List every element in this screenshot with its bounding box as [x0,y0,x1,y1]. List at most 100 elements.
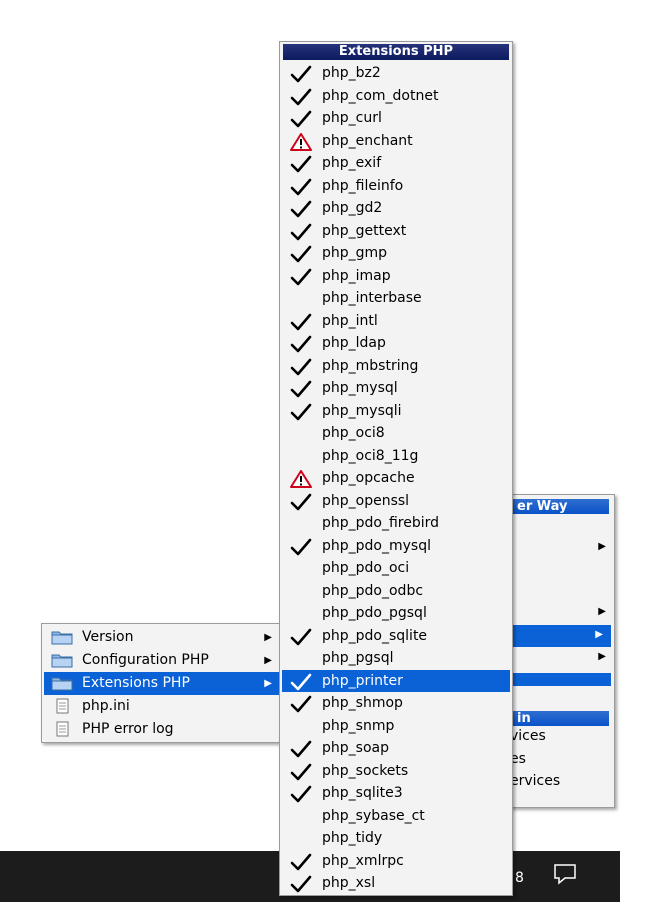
check-icon [290,335,312,353]
check-icon [290,785,312,803]
extension-label: php_oci8 [322,425,385,441]
extension-item-php-mysqli[interactable]: php_mysqli [282,400,510,423]
background-menu-highlight[interactable]: ▶ [507,625,611,647]
extension-label: php_exif [322,155,382,171]
menu-item-configuration-php[interactable]: Configuration PHP ▶ [44,649,280,672]
extension-label: php_mysql [322,380,398,396]
warning-icon [290,132,312,151]
check-icon [290,695,312,713]
extension-item-php-oci8-11g[interactable]: php_oci8_11g [282,445,510,468]
notification-chat-icon[interactable] [553,863,577,885]
extension-item-php-exif[interactable]: php_exif [282,152,510,175]
background-menu-bar [507,673,611,686]
extension-label: php_interbase [322,290,422,306]
background-menu-item[interactable]: ervices [510,773,560,789]
extension-label: php_fileinfo [322,177,404,194]
check-icon [290,245,312,263]
extension-label: php_oci8_11g [322,447,419,464]
extension-label: php_gettext [322,222,407,239]
check-icon [290,740,312,758]
extension-item-php-imap[interactable]: php_imap [282,265,510,288]
extension-label: php_soap [322,740,389,756]
extension-item-php-pdo-odbc[interactable]: php_pdo_odbc [282,580,510,603]
submenu-arrow-icon: ▶ [595,629,603,640]
check-icon [290,223,312,240]
extension-item-php-mysql[interactable]: php_mysql [282,377,510,400]
php-menu: Version ▶ Configuration PHP ▶ Extensions… [41,623,283,743]
menu-item-extensions-php[interactable]: Extensions PHP ▶ [44,672,280,695]
extension-item-php-oci8[interactable]: php_oci8 [282,422,510,445]
check-icon [290,493,312,510]
check-icon [290,853,312,870]
extension-label: php_pdo_pgsql [322,605,427,621]
extension-item-php-soap[interactable]: php_soap [282,737,510,760]
extension-label: php_gd2 [322,200,383,216]
folder-icon [51,631,73,645]
extension-item-php-pgsql[interactable]: php_pgsql [282,647,510,670]
extension-item-php-com-dotnet[interactable]: php_com_dotnet [282,85,510,108]
extension-item-php-interbase[interactable]: php_interbase [282,287,510,310]
extension-label: php_mysqli [322,402,402,419]
extension-item-php-snmp[interactable]: php_snmp [282,715,510,738]
extension-item-php-curl[interactable]: php_curl [282,107,510,130]
extension-item-php-pdo-firebird[interactable]: php_pdo_firebird [282,512,510,535]
extension-label: php_mbstring [322,357,419,374]
extension-label: php_imap [322,267,391,284]
background-menu-item[interactable]: vices [510,728,546,744]
extension-item-php-bz2[interactable]: php_bz2 [282,62,510,85]
extension-item-php-sybase-ct[interactable]: php_sybase_ct [282,805,510,828]
extension-item-php-gmp[interactable]: php_gmp [282,242,510,265]
extension-label: php_opcache [322,470,415,486]
extension-label: php_shmop [322,695,403,711]
extension-item-php-pdo-oci[interactable]: php_pdo_oci [282,557,510,580]
menu-item-version[interactable]: Version ▶ [44,626,280,649]
extension-item-php-ldap[interactable]: php_ldap [282,332,510,355]
check-icon [290,673,312,690]
check-icon [290,358,312,375]
extension-item-php-pdo-sqlite[interactable]: php_pdo_sqlite [282,625,510,648]
extension-item-php-sockets[interactable]: php_sockets [282,760,510,783]
background-menu-header-2: in [507,711,609,726]
check-icon [290,538,312,555]
extension-label: php_enchant [322,132,413,149]
file-icon [56,721,69,737]
extension-label: php_tidy [322,830,383,846]
menu-item-label: php.ini [82,698,130,714]
extension-item-php-shmop[interactable]: php_shmop [282,692,510,715]
extension-label: php_intl [322,312,378,329]
check-icon [290,313,312,330]
extension-item-php-gettext[interactable]: php_gettext [282,220,510,243]
extension-label: php_pdo_odbc [322,582,424,599]
extension-label: php_pdo_firebird [322,515,440,531]
extension-item-php-pdo-mysql[interactable]: php_pdo_mysql [282,535,510,558]
extension-item-php-pdo-pgsql[interactable]: php_pdo_pgsql [282,602,510,625]
menu-item-php-ini[interactable]: php.ini [44,695,280,718]
extension-label: php_pdo_oci [322,560,410,576]
check-icon [290,178,312,195]
extension-label: php_pdo_mysql [322,537,431,554]
extension-label: php_printer [322,672,403,689]
background-menu: er Way ▶ ▶ ▶ ▶ in vices es ervices [503,494,615,808]
extension-item-php-tidy[interactable]: php_tidy [282,827,510,850]
check-icon [290,628,312,645]
menu-item-php-error-log[interactable]: PHP error log [44,718,280,741]
extension-item-php-mbstring[interactable]: php_mbstring [282,355,510,378]
extension-item-php-opcache[interactable]: php_opcache [282,467,510,490]
menu-item-label: Configuration PHP [82,652,209,668]
check-icon [290,200,312,218]
check-icon [290,875,312,893]
extension-item-php-openssl[interactable]: php_openssl [282,490,510,513]
extension-item-php-xmlrpc[interactable]: php_xmlrpc [282,850,510,873]
submenu-arrow-icon: ▶ [264,655,272,666]
extension-item-php-intl[interactable]: php_intl [282,310,510,333]
extension-item-php-printer[interactable]: php_printer [282,669,510,692]
extension-label: php_pdo_sqlite [322,627,428,644]
check-icon [290,380,312,398]
extension-item-php-enchant[interactable]: php_enchant [282,130,510,153]
extension-item-php-xsl[interactable]: php_xsl [282,872,510,895]
extension-item-php-sqlite3[interactable]: php_sqlite3 [282,782,510,805]
extension-label: php_bz2 [322,65,381,81]
extension-item-php-gd2[interactable]: php_gd2 [282,197,510,220]
extension-label: php_gmp [322,245,388,261]
extension-item-php-fileinfo[interactable]: php_fileinfo [282,175,510,198]
